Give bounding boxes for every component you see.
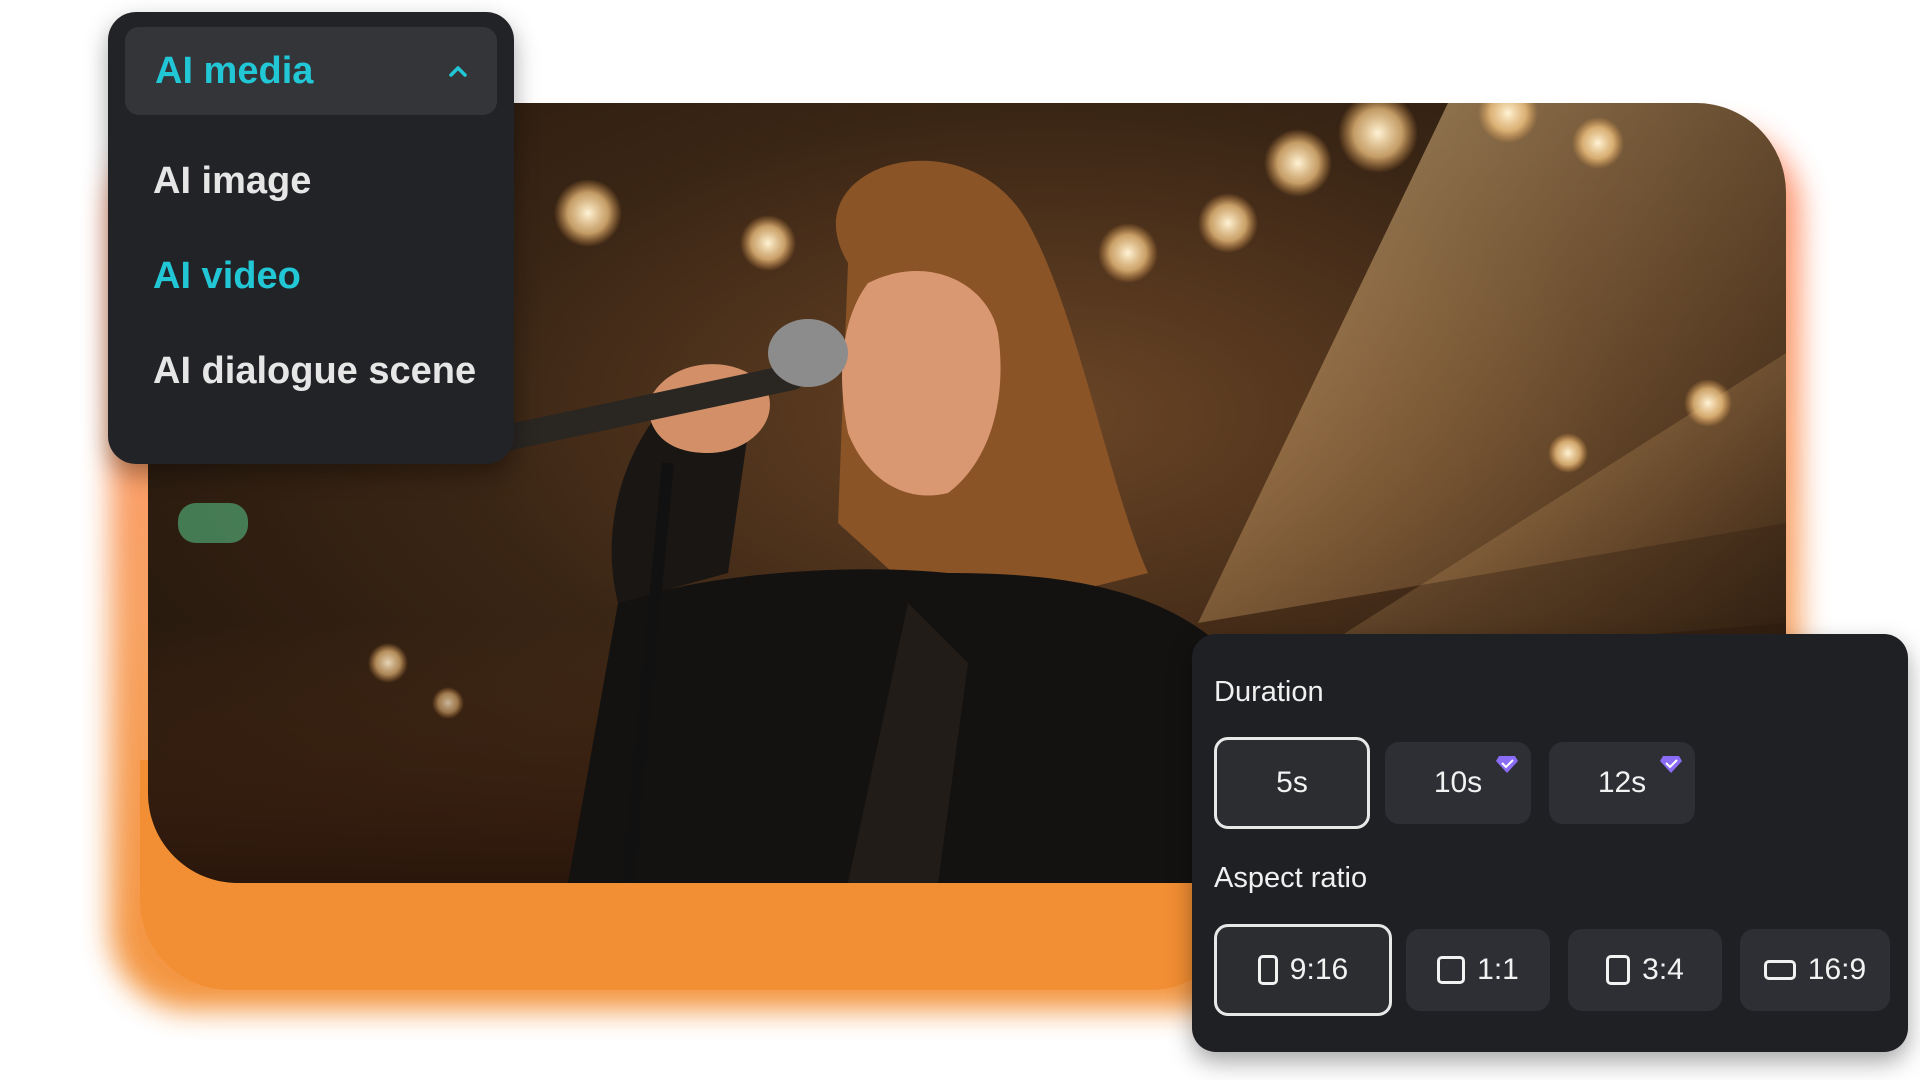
aspect-option-16-9[interactable]: 16:9 [1740, 929, 1890, 1011]
duration-option-label: 5s [1276, 766, 1308, 799]
aspect-option-3-4[interactable]: 3:4 [1568, 929, 1722, 1011]
chevron-up-icon [449, 66, 467, 77]
landscape-frame-icon [1763, 960, 1796, 980]
menu-item-ai-video[interactable]: AI video [153, 255, 301, 298]
portrait-frame-icon [1257, 955, 1278, 985]
generation-settings-panel: Duration 5s 10s 12s Aspect ratio 9:16 1:… [1192, 634, 1908, 1052]
aspect-option-9-16[interactable]: 9:16 [1214, 924, 1392, 1016]
duration-option-5s[interactable]: 5s [1214, 737, 1370, 829]
aspect-option-label: 16:9 [1807, 953, 1867, 986]
premium-gem-icon [1496, 756, 1518, 773]
duration-option-12s[interactable]: 12s [1549, 742, 1695, 824]
aspect-ratio-label: Aspect ratio [1214, 862, 1368, 894]
aspect-option-label: 1:1 [1477, 953, 1519, 986]
premium-gem-icon [1660, 756, 1682, 773]
duration-option-label: 10s [1433, 766, 1483, 799]
aspect-option-1-1[interactable]: 1:1 [1406, 929, 1550, 1011]
duration-option-10s[interactable]: 10s [1385, 742, 1531, 824]
ai-media-dropdown-toggle[interactable]: AI media [125, 27, 497, 115]
ai-media-dropdown: AI media AI image AI video AI dialogue s… [108, 12, 514, 464]
aspect-option-label: 9:16 [1289, 953, 1349, 986]
aspect-option-label: 3:4 [1642, 953, 1684, 986]
duration-option-label: 12s [1597, 766, 1647, 799]
menu-item-ai-dialogue-scene[interactable]: AI dialogue scene [153, 350, 476, 393]
duration-label: Duration [1214, 676, 1324, 708]
menu-item-ai-image[interactable]: AI image [153, 160, 311, 203]
portrait-frame-icon [1606, 955, 1631, 985]
square-frame-icon [1437, 956, 1466, 984]
dropdown-title: AI media [155, 49, 314, 92]
